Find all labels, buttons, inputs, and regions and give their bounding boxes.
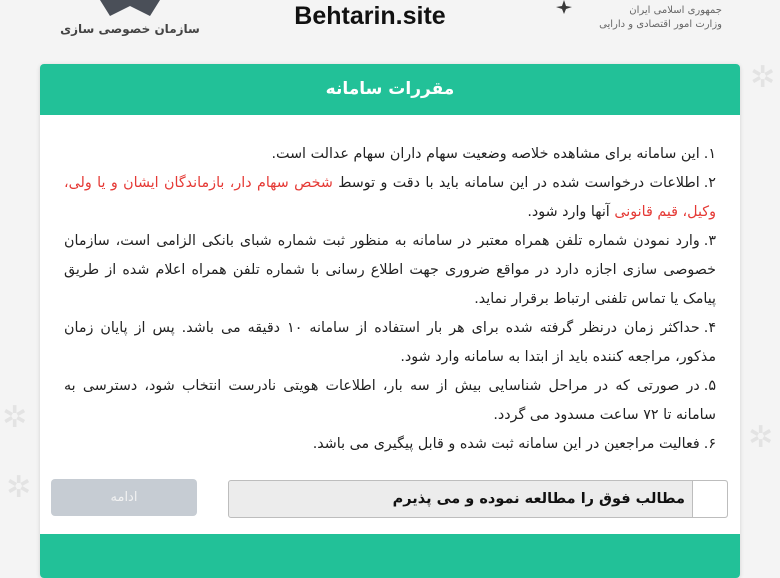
rule-item: ۳.وارد نمودن شماره تلفن همراه معتبر در س… <box>64 227 716 314</box>
rule-text: آنها وارد شود. <box>527 204 615 220</box>
rule-text: اطلاعات درخواست شده در این سامانه باید ب… <box>332 175 700 191</box>
continue-button[interactable]: ادامه <box>51 479 197 516</box>
rule-text: وارد نمودن شماره تلفن همراه معتبر در سام… <box>64 233 716 307</box>
rule-item: ۱.این سامانه برای مشاهده خلاصه وضعیت سها… <box>64 140 716 169</box>
rule-number: ۶. <box>703 436 716 452</box>
rules-list: ۱.این سامانه برای مشاهده خلاصه وضعیت سها… <box>64 140 716 459</box>
privatization-org-logo: سازمان خصوصی سازی <box>60 0 200 40</box>
rule-item: ۵.در صورتی که در مراحل شناسایی بیش از سه… <box>64 372 716 430</box>
rule-text: این سامانه برای مشاهده خلاصه وضعیت سهام … <box>271 146 700 162</box>
site-title: Behtarin.site <box>294 2 446 30</box>
rule-number: ۱. <box>703 146 716 162</box>
right-logo-line2: وزارت امور اقتصادی و دارایی <box>599 19 722 30</box>
card-title: مقررات سامانه <box>40 64 740 115</box>
bg-pattern-glyph: ✲ <box>750 60 776 95</box>
top-header: سازمان خصوصی سازی Behtarin.site جمهوری ا… <box>0 0 780 62</box>
accept-terms-box[interactable]: مطالب فوق را مطالعه نموده و می پذیرم <box>228 480 728 518</box>
rule-item: ۴.حداکثر زمان درنظر گرفته شده برای هر با… <box>64 314 716 372</box>
privatization-logo-icon <box>100 0 160 16</box>
card-footer <box>40 534 740 578</box>
rules-card: مقررات سامانه ۱.این سامانه برای مشاهده خ… <box>40 64 740 578</box>
bg-pattern-glyph: ✲ <box>6 470 32 505</box>
bg-pattern-glyph: ✲ <box>748 420 774 455</box>
rule-number: ۴. <box>703 320 716 336</box>
accept-checkbox[interactable] <box>692 481 727 517</box>
iran-emblem-icon <box>556 0 572 14</box>
bg-pattern-glyph: ✲ <box>2 400 28 435</box>
rule-number: ۳. <box>703 233 716 249</box>
rule-number: ۲. <box>703 175 716 191</box>
left-logo-text: سازمان خصوصی سازی <box>60 22 200 36</box>
rule-text: حداکثر زمان درنظر گرفته شده برای هر بار … <box>64 320 716 365</box>
rule-item: ۶.فعالیت مراجعین در این سامانه ثبت شده و… <box>64 430 716 459</box>
rule-number: ۵. <box>703 378 716 394</box>
right-logo-line1: جمهوری اسلامی ایران <box>629 5 722 16</box>
accept-label: مطالب فوق را مطالعه نموده و می پذیرم <box>392 491 685 507</box>
rule-text: فعالیت مراجعین در این سامانه ثبت شده و ق… <box>312 436 700 452</box>
ministry-logo: جمهوری اسلامی ایران وزارت امور اقتصادی و… <box>556 0 722 32</box>
rule-item: ۲.اطلاعات درخواست شده در این سامانه باید… <box>64 169 716 227</box>
rule-text: در صورتی که در مراحل شناسایی بیش از سه ب… <box>64 378 716 423</box>
